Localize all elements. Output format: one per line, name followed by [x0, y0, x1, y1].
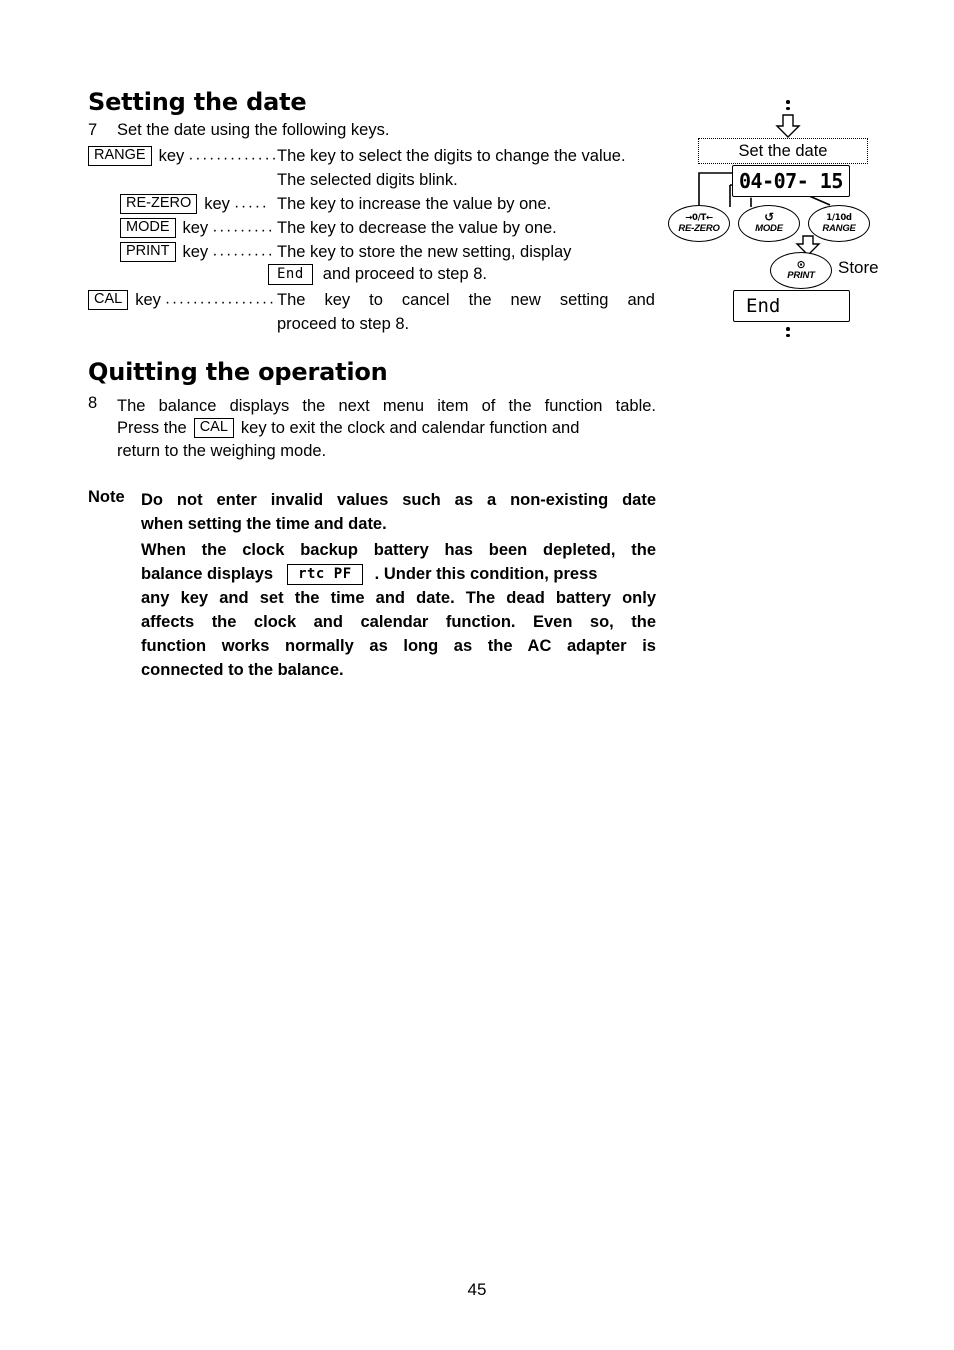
print-description-after-lcd: and proceed to step 8. — [322, 265, 487, 283]
key-row-mode: MODE key ·········· — [120, 216, 277, 240]
key-label-cal-inline: CAL — [193, 418, 234, 438]
note-text-before-lcd: balance displays — [141, 565, 274, 583]
flow-dots-top-icon — [786, 100, 790, 110]
key-row-range: RANGE key ············· — [88, 144, 277, 168]
page-number: 45 — [467, 1280, 487, 1299]
key-description-mode: The key to decrease the value by one. — [277, 219, 557, 237]
key-description-range: The key to select the digits to change t… — [277, 147, 626, 165]
note-line-6: affects the clock and calendar function.… — [141, 613, 656, 631]
note-label: Note — [88, 488, 125, 506]
zero-tare-icon: →0/T← — [685, 212, 713, 223]
note-line-1: Do not enter invalid values such as a no… — [141, 491, 656, 509]
print-end-display-line: End and proceed to step 8. — [268, 264, 487, 285]
note-line-2: when setting the time and date. — [141, 515, 387, 533]
diagram-set-the-date-label: Set the date — [738, 141, 828, 160]
key-word-print: key — [182, 242, 209, 261]
key-description-cal: The key to cancel the new setting and — [277, 291, 655, 309]
key-row-re-zero: RE-ZERO key ····· — [120, 192, 277, 216]
print-dot-icon: ⊙ — [796, 257, 806, 271]
step-8-line-1: The balance displays the next menu item … — [117, 397, 656, 415]
key-description-print: The key to store the new setting, displa… — [277, 243, 572, 261]
note-line-4: balance displays rtc PF . Under this con… — [141, 562, 656, 586]
step-8-line-2: Press the CAL key to exit the clock and … — [117, 418, 656, 438]
key-label-mode: MODE — [120, 218, 176, 238]
note-text-after-lcd: . Under this condition, press — [374, 565, 598, 583]
heading-setting-the-date: Setting the date — [88, 88, 307, 116]
lcd-display-end-inline: End — [268, 264, 313, 285]
note-line-3: When the clock backup battery has been d… — [141, 541, 656, 559]
circular-arrow-icon: ↺ — [764, 210, 774, 224]
diagram-button-range[interactable]: 1/10d RANGE — [808, 205, 870, 242]
note-line-7: function works normally as long as the A… — [141, 637, 656, 655]
key-description-cal-line2: proceed to step 8. — [277, 315, 410, 333]
step-8-number: 8 — [88, 394, 98, 412]
key-word-range: key — [158, 146, 185, 165]
key-word-cal: key — [135, 290, 161, 309]
one-tenth-d-icon: 1/10d — [826, 212, 852, 223]
step-8-line-3: return to the weighing mode. — [117, 442, 327, 460]
key-description-re-zero: The key to increase the value by one. — [277, 195, 552, 213]
key-label-range: RANGE — [88, 146, 152, 166]
heading-quitting-the-operation: Quitting the operation — [88, 358, 388, 386]
key-row-cal: CAL key ·················· — [88, 288, 277, 312]
key-label-cal: CAL — [88, 290, 129, 310]
key-operation-flow-diagram: Set the date 04-07- 15 →0/T← RE-ZERO ↺ M… — [660, 95, 920, 360]
leader-dots-range: ············· — [188, 154, 275, 167]
key-word-re-zero: key — [204, 194, 230, 213]
diagram-store-label: Store — [838, 258, 879, 277]
key-row-print: PRINT key ·········· — [120, 240, 277, 264]
leader-dots-mode: ·········· — [212, 226, 275, 239]
diagram-lcd-date-display: 04-07- 15 — [732, 165, 850, 197]
step-7-number: 7 — [88, 121, 98, 139]
diagram-button-re-zero-label: RE-ZERO — [678, 222, 720, 234]
leader-dots-cal: ·················· — [164, 298, 275, 311]
key-label-re-zero: RE-ZERO — [120, 194, 198, 214]
key-word-mode: key — [182, 218, 209, 237]
key-label-print: PRINT — [120, 242, 176, 262]
step-8-text-after-key: key to exit the clock and calendar funct… — [240, 418, 580, 437]
diagram-set-the-date-box: Set the date — [698, 138, 868, 164]
diagram-lcd-end-display: End — [733, 290, 850, 322]
diagram-lcd-end-value: End — [746, 295, 781, 317]
leader-dots-print: ·········· — [212, 250, 275, 263]
diagram-button-print[interactable]: ⊙ PRINT — [770, 252, 832, 289]
diagram-button-mode-label: MODE — [755, 223, 783, 234]
diagram-lcd-date-value: 04-07- 15 — [739, 169, 843, 193]
leader-dots-re-zero: ····· — [233, 202, 269, 215]
note-line-5: any key and set the time and date. The d… — [141, 589, 656, 607]
diagram-button-print-label: PRINT — [787, 269, 815, 281]
step-8-text-before-key: Press the — [117, 418, 187, 437]
diagram-button-range-label: RANGE — [822, 222, 856, 234]
key-description-range-line2: The selected digits blink. — [277, 171, 458, 189]
lcd-display-rtc-pf: rtc PF — [287, 563, 363, 585]
document-page: Setting the date 7 Set the date using th… — [0, 0, 954, 1350]
diagram-button-mode[interactable]: ↺ MODE — [738, 205, 800, 242]
flow-dots-bottom-icon — [786, 327, 790, 337]
note-line-8: connected to the balance. — [141, 661, 344, 679]
step-7-text: Set the date using the following keys. — [117, 121, 390, 139]
diagram-button-re-zero[interactable]: →0/T← RE-ZERO — [668, 205, 730, 242]
